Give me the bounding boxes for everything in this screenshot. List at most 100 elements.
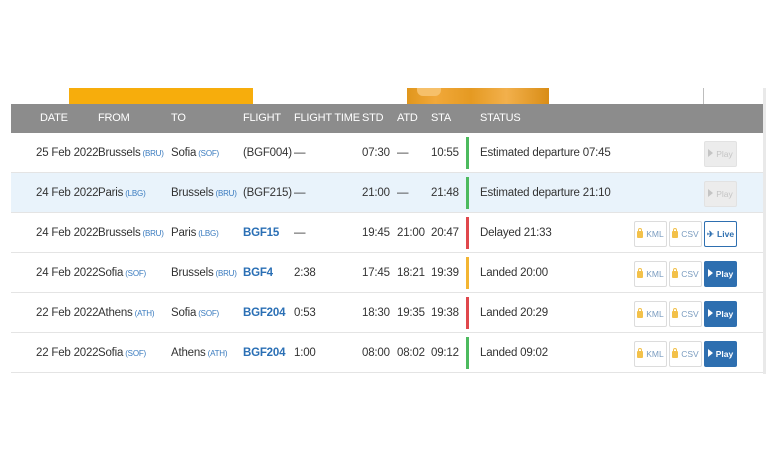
cell-std: 07:30 <box>362 147 390 159</box>
table-row[interactable]: 24 Feb 2022 Sofia (SOF) Brussels (BRU) BGF… <box>11 253 766 293</box>
cell-date: 24 Feb 2022 <box>36 187 99 199</box>
table-row[interactable]: 22 Feb 2022 Athens (ATH) Sofia (SOF) BGF20… <box>11 293 766 333</box>
cell-to: Sofia (SOF) <box>171 307 219 319</box>
to-airport-code[interactable]: (SOF) <box>198 149 219 158</box>
cell-to: Brussels (BRU) <box>171 267 237 279</box>
table-row[interactable]: 25 Feb 2022 Brussels (BRU) Sofia (SOF) (BG… <box>11 133 766 173</box>
cell-flight-time: — <box>294 187 306 199</box>
cell-flight: (BGF004) <box>243 147 292 159</box>
from-airport-code[interactable]: (SOF) <box>125 349 146 358</box>
cell-from: Athens (ATH) <box>98 307 155 319</box>
play-icon <box>708 149 714 157</box>
to-airport-code[interactable]: (LBG) <box>198 229 219 238</box>
play-button[interactable]: Play <box>704 141 737 167</box>
cell-flight[interactable]: BGF4 <box>243 253 273 293</box>
from-airport-code[interactable]: (BRU) <box>143 149 164 158</box>
cell-flight[interactable]: BGF204 <box>243 333 285 373</box>
table-header: DATE FROM TO FLIGHT FLIGHT TIME STD ATD … <box>11 104 766 133</box>
from-airport-code[interactable]: (ATH) <box>135 309 155 318</box>
cell-flight-time: — <box>294 147 306 159</box>
header-flight-time: FLIGHT TIME <box>294 112 360 124</box>
from-airport-code[interactable]: (LBG) <box>125 189 146 198</box>
flight-history-panel: DATE FROM TO FLIGHT FLIGHT TIME STD ATD … <box>11 88 766 374</box>
cell-sta: 19:38 <box>431 307 459 319</box>
play-button[interactable]: Play <box>704 341 737 367</box>
cell-sta: 09:12 <box>431 347 459 359</box>
header-atd: ATD <box>397 112 418 124</box>
status-indicator-bar <box>466 297 469 329</box>
to-airport-code[interactable]: (BRU) <box>216 269 237 278</box>
lock-icon <box>637 228 644 238</box>
to-airport-code[interactable]: (SOF) <box>198 309 219 318</box>
kml-button[interactable]: KML <box>634 221 667 247</box>
cell-std: 21:00 <box>362 187 390 199</box>
cell-date: 24 Feb 2022 <box>36 267 99 279</box>
kml-button[interactable]: KML <box>634 261 667 287</box>
cell-to: Sofia (SOF) <box>171 147 219 159</box>
live-button[interactable]: ✈ Live <box>704 221 737 247</box>
cell-from: Brussels (BRU) <box>98 147 164 159</box>
csv-button[interactable]: CSV <box>669 221 702 247</box>
cell-from: Sofia (SOF) <box>98 267 146 279</box>
kml-button[interactable]: KML <box>634 341 667 367</box>
banner-yellow-block <box>69 88 253 104</box>
cell-from: Sofia (SOF) <box>98 347 146 359</box>
table-row[interactable]: 24 Feb 2022 Brussels (BRU) Paris (LBG) BGF… <box>11 213 766 253</box>
cell-date: 22 Feb 2022 <box>36 347 99 359</box>
plane-icon: ✈ <box>706 229 715 239</box>
cell-to: Athens (ATH) <box>171 347 228 359</box>
csv-button[interactable]: CSV <box>669 341 702 367</box>
lock-icon <box>637 348 644 358</box>
status-indicator-bar <box>466 257 469 289</box>
cell-atd: — <box>397 187 409 199</box>
lock-icon <box>637 268 644 278</box>
cell-std: 08:00 <box>362 347 390 359</box>
to-airport-code[interactable]: (ATH) <box>208 349 228 358</box>
lock-icon <box>672 228 679 238</box>
cell-to: Brussels (BRU) <box>171 187 237 199</box>
cell-atd: — <box>397 147 409 159</box>
status-indicator-bar <box>466 137 469 169</box>
from-airport-code[interactable]: (BRU) <box>143 229 164 238</box>
play-icon <box>707 309 713 317</box>
kml-button[interactable]: KML <box>634 301 667 327</box>
header-std: STD <box>362 112 384 124</box>
status-indicator-bar <box>466 337 469 369</box>
play-button[interactable]: Play <box>704 261 737 287</box>
cell-sta: 19:39 <box>431 267 459 279</box>
csv-button[interactable]: CSV <box>669 301 702 327</box>
table-row[interactable]: 22 Feb 2022 Sofia (SOF) Athens (ATH) BGF20… <box>11 333 766 373</box>
from-airport-code[interactable]: (SOF) <box>125 269 146 278</box>
cell-flight[interactable]: BGF15 <box>243 213 279 253</box>
cell-status: Landed 20:29 <box>480 307 548 319</box>
header-flight: FLIGHT <box>243 112 281 124</box>
cell-std: 17:45 <box>362 267 390 279</box>
header-status: STATUS <box>480 112 521 124</box>
cell-status: Landed 20:00 <box>480 267 548 279</box>
cell-flight-time: 2:38 <box>294 267 316 279</box>
cell-date: 22 Feb 2022 <box>36 307 99 319</box>
cell-flight-time: — <box>294 227 306 239</box>
cell-date: 24 Feb 2022 <box>36 227 99 239</box>
cell-status: Delayed 21:33 <box>480 227 552 239</box>
status-indicator-bar <box>466 217 469 249</box>
cell-flight-time: 1:00 <box>294 347 316 359</box>
cell-flight[interactable]: BGF204 <box>243 293 285 333</box>
cell-from: Brussels (BRU) <box>98 227 164 239</box>
cell-sta: 10:55 <box>431 147 459 159</box>
lock-icon <box>672 268 679 278</box>
csv-button[interactable]: CSV <box>669 261 702 287</box>
banner-divider <box>703 88 704 104</box>
lock-icon <box>672 308 679 318</box>
table-row[interactable]: 24 Feb 2022 Paris (LBG) Brussels (BRU) (BG… <box>11 173 766 213</box>
lock-icon <box>637 308 644 318</box>
cell-sta: 20:47 <box>431 227 459 239</box>
play-button[interactable]: Play <box>704 181 737 207</box>
cell-flight-time: 0:53 <box>294 307 316 319</box>
to-airport-code[interactable]: (BRU) <box>216 189 237 198</box>
scrollbar-track[interactable] <box>763 88 766 374</box>
play-icon <box>707 349 713 357</box>
cell-sta: 21:48 <box>431 187 459 199</box>
play-button[interactable]: Play <box>704 301 737 327</box>
cell-status: Estimated departure 21:10 <box>480 187 611 199</box>
